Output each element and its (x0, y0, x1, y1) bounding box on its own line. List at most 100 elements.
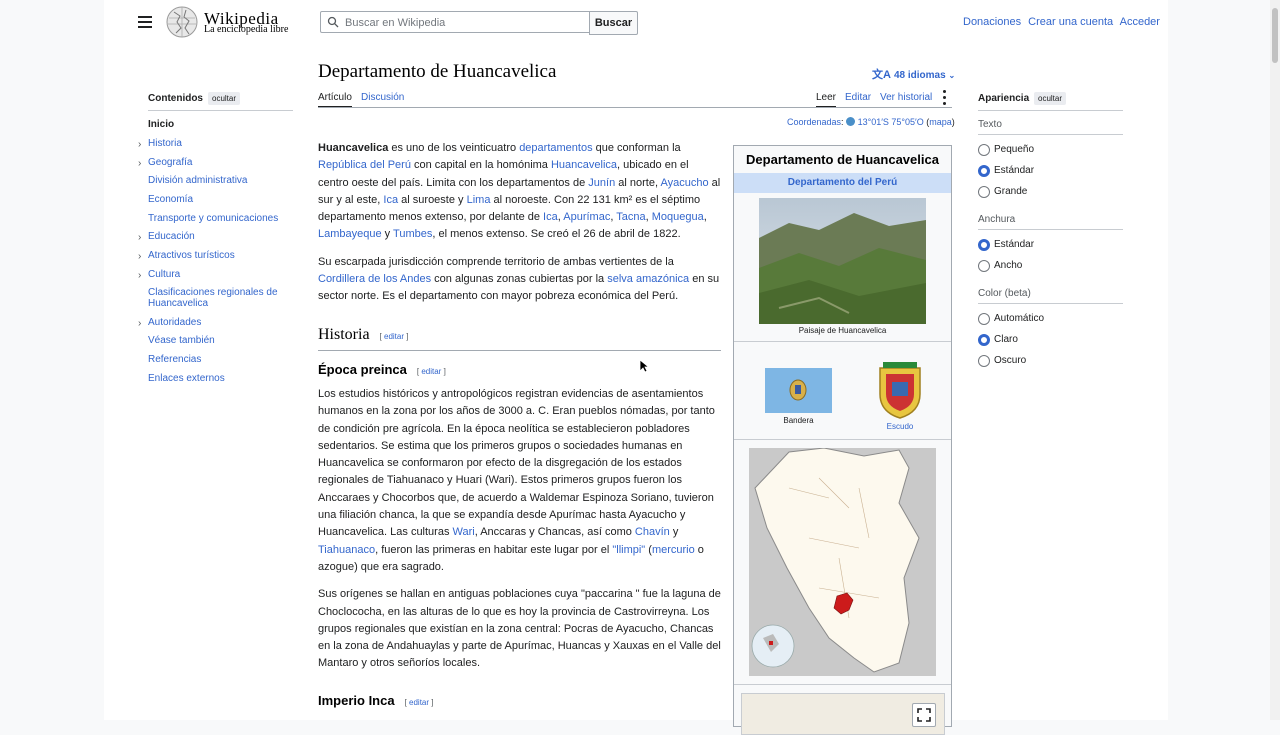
main-menu-icon[interactable] (138, 14, 152, 28)
toc-item[interactable]: Autoridades (148, 317, 288, 328)
group-divider (978, 134, 1123, 135)
section-heading-preinca: Época preinca [ editar ] (318, 362, 446, 377)
search-input[interactable] (343, 14, 585, 32)
radio-icon (978, 355, 990, 367)
appearance-divider (978, 110, 1123, 111)
coordinates: Coordenadas: 13°01′S 75°05′O (mapa) (787, 117, 955, 127)
inca-title: Imperio Inca (318, 693, 395, 708)
chevron-right-icon[interactable]: › (138, 139, 141, 150)
edit-section-link[interactable]: [ editar ] (405, 698, 434, 707)
tab-read[interactable]: Leer (816, 92, 837, 108)
infobox: Departamento de Huancavelica Departament… (733, 145, 952, 735)
toc-divider (148, 110, 293, 111)
shield-caption[interactable]: Escudo (875, 422, 925, 431)
chevron-down-icon: ⌄ (948, 71, 956, 80)
radio-icon (978, 165, 990, 177)
article-body: Huancavelica es uno de los veinticuatro … (318, 140, 722, 316)
preinca-body: Los estudios históricos y antropológicos… (318, 386, 722, 683)
chevron-right-icon[interactable]: › (138, 158, 141, 169)
mouse-cursor-icon (639, 359, 649, 373)
radio-icon (978, 313, 990, 325)
edit-section-link[interactable]: [ editar ] (380, 332, 409, 341)
language-count: 48 idiomas (893, 70, 946, 81)
landscape-image[interactable] (759, 198, 926, 324)
tab-history[interactable]: Ver historial (880, 92, 932, 103)
toc-item[interactable]: Historia (148, 138, 288, 149)
toc-item[interactable]: Referencias (148, 354, 288, 365)
text-size-label: Texto (978, 119, 1002, 130)
infobox-title: Departamento de Huancavelica (734, 146, 951, 173)
preinca-paragraph-2: Sus orígenes se hallan en antiguas pobla… (318, 588, 721, 670)
radio-icon (978, 239, 990, 251)
radio-icon (978, 334, 990, 346)
toc-item[interactable]: Educación (148, 231, 288, 242)
more-actions-icon[interactable] (943, 90, 947, 108)
language-button[interactable]: 文A 48 idiomas ⌄ (872, 66, 955, 82)
radio-icon (978, 144, 990, 156)
edit-section-link[interactable]: [ editar ] (417, 367, 446, 376)
section-heading-inca: Imperio Inca [ editar ] (318, 693, 434, 708)
tabs-divider (318, 107, 952, 108)
radio-icon (978, 186, 990, 198)
landscape-caption: Paisaje de Huancavelica (798, 326, 887, 335)
width-label: Anchura (978, 214, 1016, 225)
search-icon (327, 16, 339, 28)
translate-icon: 文A (872, 69, 891, 81)
search-button[interactable]: Buscar (589, 11, 638, 35)
shield-image[interactable] (875, 360, 925, 420)
create-account-link[interactable]: Crear una cuenta (1028, 16, 1113, 28)
historia-title: Historia (318, 326, 370, 343)
toc-item[interactable]: División administrativa (148, 175, 288, 186)
user-links: Donaciones Crear una cuenta Acceder (963, 16, 1164, 28)
intro-paragraph-2: Su escarpada jurisdicción comprende terr… (318, 255, 720, 303)
page-title: Departamento de Huancavelica (318, 61, 557, 82)
wikipedia-globe-logo[interactable] (165, 6, 199, 38)
search-box[interactable] (320, 11, 590, 33)
coords-value[interactable]: 13°01′S 75°05′O (858, 117, 924, 127)
flag-caption: Bandera (783, 416, 814, 425)
toc-item[interactable]: Economía (148, 194, 288, 205)
scrollbar-thumb[interactable] (1272, 8, 1278, 63)
flag-image[interactable] (765, 368, 832, 413)
preinca-title: Época preinca (318, 362, 407, 377)
tab-talk[interactable]: Discusión (361, 92, 404, 103)
chevron-right-icon[interactable]: › (138, 318, 141, 329)
preinca-paragraph-1: Los estudios históricos y antropológicos… (318, 388, 715, 573)
section-heading-historia: Historia [ editar ] (318, 326, 408, 344)
toc-item[interactable]: Inicio (148, 119, 288, 130)
infobox-divider (734, 341, 951, 342)
infobox-subtitle[interactable]: Departamento del Perú (734, 173, 951, 193)
toc-item[interactable]: Véase también (148, 335, 288, 346)
toc-title: Contenidos (148, 93, 203, 104)
toc-item[interactable]: Enlaces externos (148, 373, 288, 384)
toc-hide-button[interactable]: ocultar (208, 92, 241, 105)
chevron-right-icon[interactable]: › (138, 232, 141, 243)
group-divider (978, 229, 1123, 230)
coords-label[interactable]: Coordenadas (787, 117, 841, 127)
intro-paragraph-1: Huancavelica es uno de los veinticuatro … (318, 142, 721, 241)
wikipedia-tagline: La enciclopedia libre (204, 24, 289, 35)
toc-item[interactable]: Atractivos turísticos (148, 250, 288, 261)
section-divider (318, 350, 721, 351)
appearance-title: Apariencia (978, 93, 1030, 104)
globe-icon (846, 117, 856, 126)
tab-article[interactable]: Artículo (318, 92, 352, 108)
donate-link[interactable]: Donaciones (963, 16, 1021, 28)
fullscreen-icon[interactable] (912, 703, 936, 727)
location-map[interactable] (749, 448, 936, 676)
chevron-right-icon[interactable]: › (138, 251, 141, 262)
toc-item[interactable]: Transporte y comunicaciones (148, 213, 288, 224)
toc-item[interactable]: Clasificaciones regionales de Huancaveli… (148, 287, 288, 309)
infobox-divider (734, 684, 951, 685)
scrollbar[interactable] (1270, 0, 1280, 720)
appearance-hide-button[interactable]: ocultar (1034, 92, 1067, 105)
tab-edit[interactable]: Editar (845, 92, 871, 103)
group-divider (978, 303, 1123, 304)
toc-item[interactable]: Geografía (148, 157, 288, 168)
login-link[interactable]: Acceder (1120, 16, 1160, 28)
chevron-right-icon[interactable]: › (138, 270, 141, 281)
toc-item[interactable]: Cultura (148, 269, 288, 280)
color-label: Color (beta) (978, 288, 1031, 299)
radio-icon (978, 260, 990, 272)
coords-map-link[interactable]: mapa (929, 117, 952, 127)
